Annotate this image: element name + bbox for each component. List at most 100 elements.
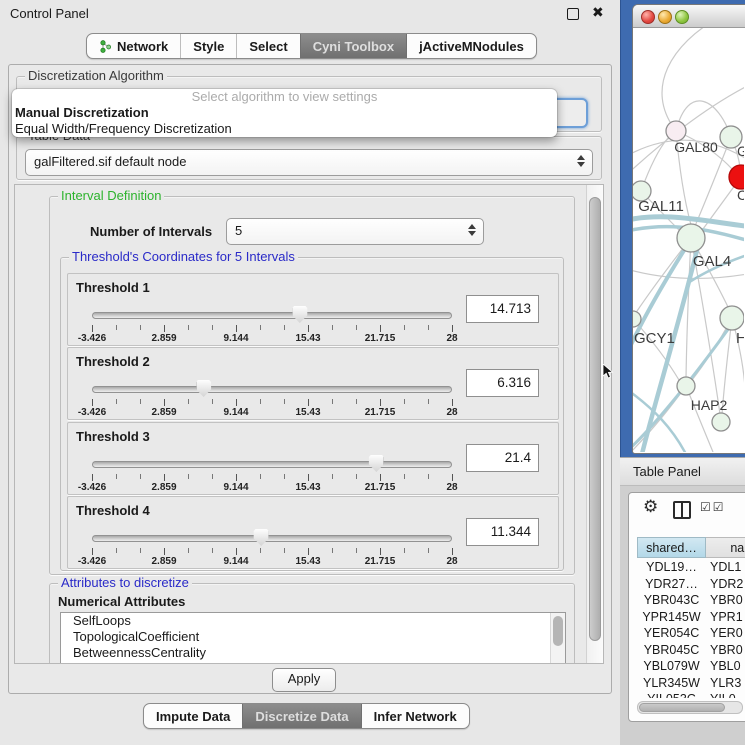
cell-shared-name[interactable]: YBR043C xyxy=(637,592,706,609)
threshold-3-value-field[interactable]: 21.4 xyxy=(466,444,539,472)
threshold-2-slider[interactable]: -3.4262.8599.14415.4321.71528 xyxy=(92,378,452,418)
slider-tick xyxy=(404,474,405,479)
table-row[interactable]: YBL079WYBL0 xyxy=(637,658,745,675)
gear-icon[interactable]: ⚙ xyxy=(643,497,658,517)
table-row[interactable]: YBR043CYBR0 xyxy=(637,592,745,609)
minimize-traffic-light-icon[interactable] xyxy=(658,10,672,24)
cell-name[interactable]: YER0 xyxy=(706,625,743,642)
table-data-combobox[interactable]: galFiltered.sif default node xyxy=(25,149,593,176)
column-header-name[interactable]: name xyxy=(706,537,745,558)
table-horizontal-scrollbar[interactable] xyxy=(637,701,743,714)
slider-tick xyxy=(164,474,165,481)
slider-tick xyxy=(92,548,93,555)
table-row[interactable]: YPR145WYPR1 xyxy=(637,609,745,626)
slider-tick xyxy=(116,399,117,404)
close-traffic-light-icon[interactable] xyxy=(641,10,655,24)
slider-tick xyxy=(212,474,213,479)
cell-name[interactable]: YDR2 xyxy=(706,576,743,593)
slider-tick-label: 9.144 xyxy=(223,333,248,344)
split-columns-icon[interactable] xyxy=(673,501,691,519)
tab-cyni-toolbox[interactable]: Cyni Toolbox xyxy=(300,34,406,58)
number-of-intervals-combobox[interactable]: 5 xyxy=(226,218,484,245)
slider-thumb[interactable] xyxy=(196,380,211,397)
slider-track[interactable] xyxy=(92,461,452,468)
tab-impute-data[interactable]: Impute Data xyxy=(144,704,242,728)
combobox-stepper-icon[interactable] xyxy=(468,224,476,236)
tab-select[interactable]: Select xyxy=(236,34,299,58)
scrollbar-thumb[interactable] xyxy=(553,616,563,646)
settings-vertical-scrollbar[interactable] xyxy=(586,185,603,663)
cell-shared-name[interactable]: YIL053C xyxy=(637,691,706,698)
close-icon[interactable]: ✖ xyxy=(592,4,604,21)
cell-shared-name[interactable]: YPR145W xyxy=(637,609,706,626)
attribute-list-item[interactable]: TopologicalCoefficient xyxy=(61,629,565,645)
slider-tick xyxy=(92,325,93,332)
cell-name[interactable]: YPR1 xyxy=(706,609,743,626)
threshold-4-value-field[interactable]: 11.344 xyxy=(466,518,539,546)
slider-tick-labels: -3.4262.8599.14415.4321.71528 xyxy=(92,482,452,493)
network-canvas[interactable]: GAL80GACGAL11GAL4GCY1HHAP2 xyxy=(633,28,745,453)
cell-name[interactable]: YBR0 xyxy=(706,592,743,609)
threshold-1-slider[interactable]: -3.4262.8599.14415.4321.71528 xyxy=(92,304,452,344)
slider-track[interactable] xyxy=(92,535,452,542)
cell-shared-name[interactable]: YBR045C xyxy=(637,642,706,659)
table-row[interactable]: YDR27…YDR2 xyxy=(637,576,745,593)
slider-thumb[interactable] xyxy=(254,529,269,546)
cell-shared-name[interactable]: YLR345W xyxy=(637,675,706,692)
cell-name[interactable]: YLR3 xyxy=(706,675,741,692)
combobox-stepper-icon[interactable] xyxy=(577,155,585,167)
threshold-2-value-field[interactable]: 6.316 xyxy=(466,369,539,397)
select-columns-icon[interactable]: ☑☑ xyxy=(700,500,726,514)
attributes-scrollbar[interactable] xyxy=(550,613,565,664)
tab-network[interactable]: Network xyxy=(87,34,180,58)
table-row[interactable]: YER054CYER0 xyxy=(637,625,745,642)
tab-infer-network[interactable]: Infer Network xyxy=(361,704,469,728)
cell-shared-name[interactable]: YDR27… xyxy=(637,576,706,593)
slider-track[interactable] xyxy=(92,386,452,393)
scrollbar-thumb[interactable] xyxy=(639,703,725,712)
network-node[interactable] xyxy=(720,306,744,330)
table-row[interactable]: YDL19…YDL1 xyxy=(637,559,745,576)
node-label: GAL80 xyxy=(674,139,718,155)
cell-name[interactable]: YDL1 xyxy=(706,559,741,576)
apply-button[interactable]: Apply xyxy=(272,668,336,692)
network-node[interactable] xyxy=(677,377,695,395)
algorithm-option-manual[interactable]: Manual Discretization xyxy=(12,105,557,121)
slider-tick xyxy=(428,399,429,404)
attribute-list-item[interactable]: SelfLoops xyxy=(61,613,565,629)
threshold-3-slider[interactable]: -3.4262.8599.14415.4321.71528 xyxy=(92,453,452,493)
threshold-4-slider[interactable]: -3.4262.8599.14415.4321.71528 xyxy=(92,527,452,567)
cell-name[interactable]: YBL0 xyxy=(706,658,741,675)
slider-track[interactable] xyxy=(92,312,452,319)
tab-style[interactable]: Style xyxy=(180,34,236,58)
interval-definition-group-title: Interval Definition xyxy=(58,189,164,203)
network-window-titlebar[interactable] xyxy=(633,5,745,28)
slider-tick-label: -3.426 xyxy=(78,482,106,493)
slider-thumb[interactable] xyxy=(292,306,307,323)
column-header-shared-name[interactable]: shared… xyxy=(637,537,706,558)
network-view-window[interactable]: GAL80GACGAL11GAL4GCY1HHAP2 xyxy=(632,4,745,454)
cell-shared-name[interactable]: YDL19… xyxy=(637,559,706,576)
cell-name[interactable]: YIL0 xyxy=(706,691,736,698)
table-row[interactable]: YBR045CYBR0 xyxy=(637,642,745,659)
float-window-icon[interactable] xyxy=(567,8,579,20)
slider-tick xyxy=(284,399,285,404)
cell-shared-name[interactable]: YBL079W xyxy=(637,658,706,675)
algorithm-option-equal-width[interactable]: Equal Width/Frequency Discretization xyxy=(12,121,557,137)
threshold-1-value-field[interactable]: 14.713 xyxy=(466,295,539,323)
cell-name[interactable]: YBR0 xyxy=(706,642,743,659)
zoom-traffic-light-icon[interactable] xyxy=(675,10,689,24)
network-node[interactable] xyxy=(712,413,730,431)
table-row[interactable]: YLR345WYLR3 xyxy=(637,675,745,692)
scrollbar-thumb[interactable] xyxy=(589,197,601,641)
attribute-list-item[interactable]: BetweennessCentrality xyxy=(61,645,565,661)
table-row[interactable]: YIL053CYIL0 xyxy=(637,691,745,698)
slider-thumb[interactable] xyxy=(369,455,384,472)
tab-discretize-data[interactable]: Discretize Data xyxy=(242,704,360,728)
network-node[interactable] xyxy=(677,224,705,252)
numerical-attributes-list[interactable]: SelfLoopsTopologicalCoefficientBetweenne… xyxy=(60,612,566,664)
network-node[interactable] xyxy=(666,121,686,141)
cell-shared-name[interactable]: YER054C xyxy=(637,625,706,642)
tab-jactivemnodules[interactable]: jActiveMNodules xyxy=(406,34,536,58)
slider-tick-label: 2.859 xyxy=(151,333,176,344)
